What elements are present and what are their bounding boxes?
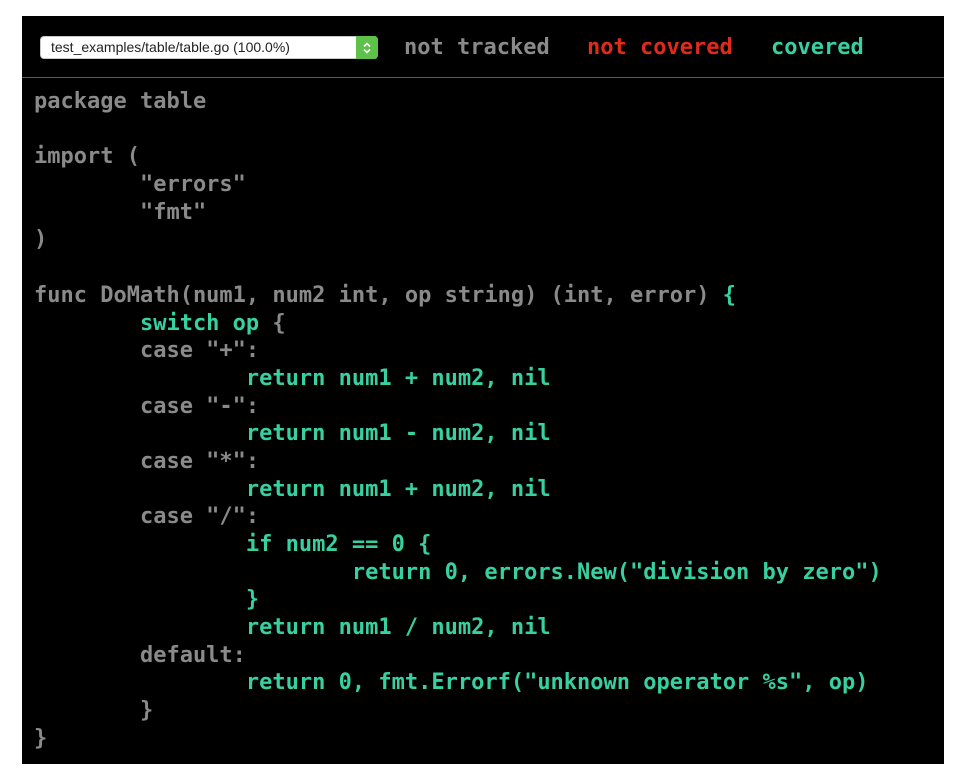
- not-tracked-code: ): [34, 227, 48, 253]
- covered-code: return 0, fmt.Errorf("unknown operator %…: [34, 670, 869, 696]
- topbar: test_examples/table/table.go (100.0%) no…: [22, 16, 944, 78]
- code-line: return num1 - num2, nil: [34, 420, 944, 448]
- not-tracked-code: import (: [34, 144, 140, 170]
- not-tracked-code: }: [34, 725, 48, 751]
- not-tracked-code: func DoMath(num1, num2 int, op string) (…: [34, 282, 723, 308]
- code-line: return 0, fmt.Errorf("unknown operator %…: [34, 669, 944, 697]
- file-select-value: test_examples/table/table.go (100.0%): [51, 39, 290, 55]
- code-line: }: [34, 697, 944, 725]
- file-select[interactable]: test_examples/table/table.go (100.0%): [40, 36, 378, 59]
- covered-code: return num1 - num2, nil: [34, 421, 551, 447]
- not-tracked-code: }: [34, 698, 154, 724]
- legend-covered: covered: [771, 35, 864, 60]
- code-line: }: [34, 725, 944, 753]
- code-line: import (: [34, 143, 944, 171]
- code-line: case "-":: [34, 393, 944, 421]
- covered-code: }: [34, 587, 260, 613]
- code-line: if num2 == 0 {: [34, 531, 944, 559]
- code-line: return 0, errors.New("division by zero"): [34, 559, 944, 587]
- not-tracked-code: default:: [34, 642, 246, 668]
- not-tracked-code: case "*":: [34, 448, 260, 474]
- code-line: ): [34, 226, 944, 254]
- code-line: "fmt": [34, 199, 944, 227]
- legend-not-tracked: not tracked: [404, 35, 550, 60]
- code-line: return num1 + num2, nil: [34, 476, 944, 504]
- legend-not-covered: not covered: [587, 35, 733, 60]
- source-code: package table import ( "errors" "fmt") fun…: [34, 88, 944, 753]
- code-line: }: [34, 586, 944, 614]
- not-tracked-code: {: [272, 310, 286, 336]
- covered-code: switch op: [34, 310, 273, 336]
- not-tracked-code: case "/":: [34, 504, 260, 530]
- code-line: switch op {: [34, 310, 944, 338]
- code-line: return num1 / num2, nil: [34, 614, 944, 642]
- not-tracked-code: case "-":: [34, 393, 260, 419]
- code-line: return num1 + num2, nil: [34, 365, 944, 393]
- not-tracked-code: "fmt": [34, 199, 207, 225]
- code-line: "errors": [34, 171, 944, 199]
- not-tracked-code: package table: [34, 89, 207, 114]
- not-tracked-code: "errors": [34, 172, 246, 198]
- code-line: case "/":: [34, 503, 944, 531]
- select-stepper-icon[interactable]: [356, 36, 378, 59]
- code-line: case "*":: [34, 448, 944, 476]
- code-line: func DoMath(num1, num2 int, op string) (…: [34, 282, 944, 310]
- code-line: default:: [34, 642, 944, 670]
- code-line: case "+":: [34, 337, 944, 365]
- covered-code: return num1 / num2, nil: [34, 615, 551, 641]
- not-tracked-code: case "+":: [34, 338, 260, 364]
- code-line: package table: [34, 88, 944, 116]
- covered-code: if num2 == 0 {: [34, 532, 432, 557]
- covered-code: return num1 + num2, nil: [34, 476, 551, 502]
- coverage-viewer: test_examples/table/table.go (100.0%) no…: [22, 16, 944, 764]
- covered-code: return 0, errors.New("division by zero"): [34, 559, 882, 585]
- covered-code: {: [722, 282, 736, 308]
- covered-code: return num1 + num2, nil: [34, 365, 551, 391]
